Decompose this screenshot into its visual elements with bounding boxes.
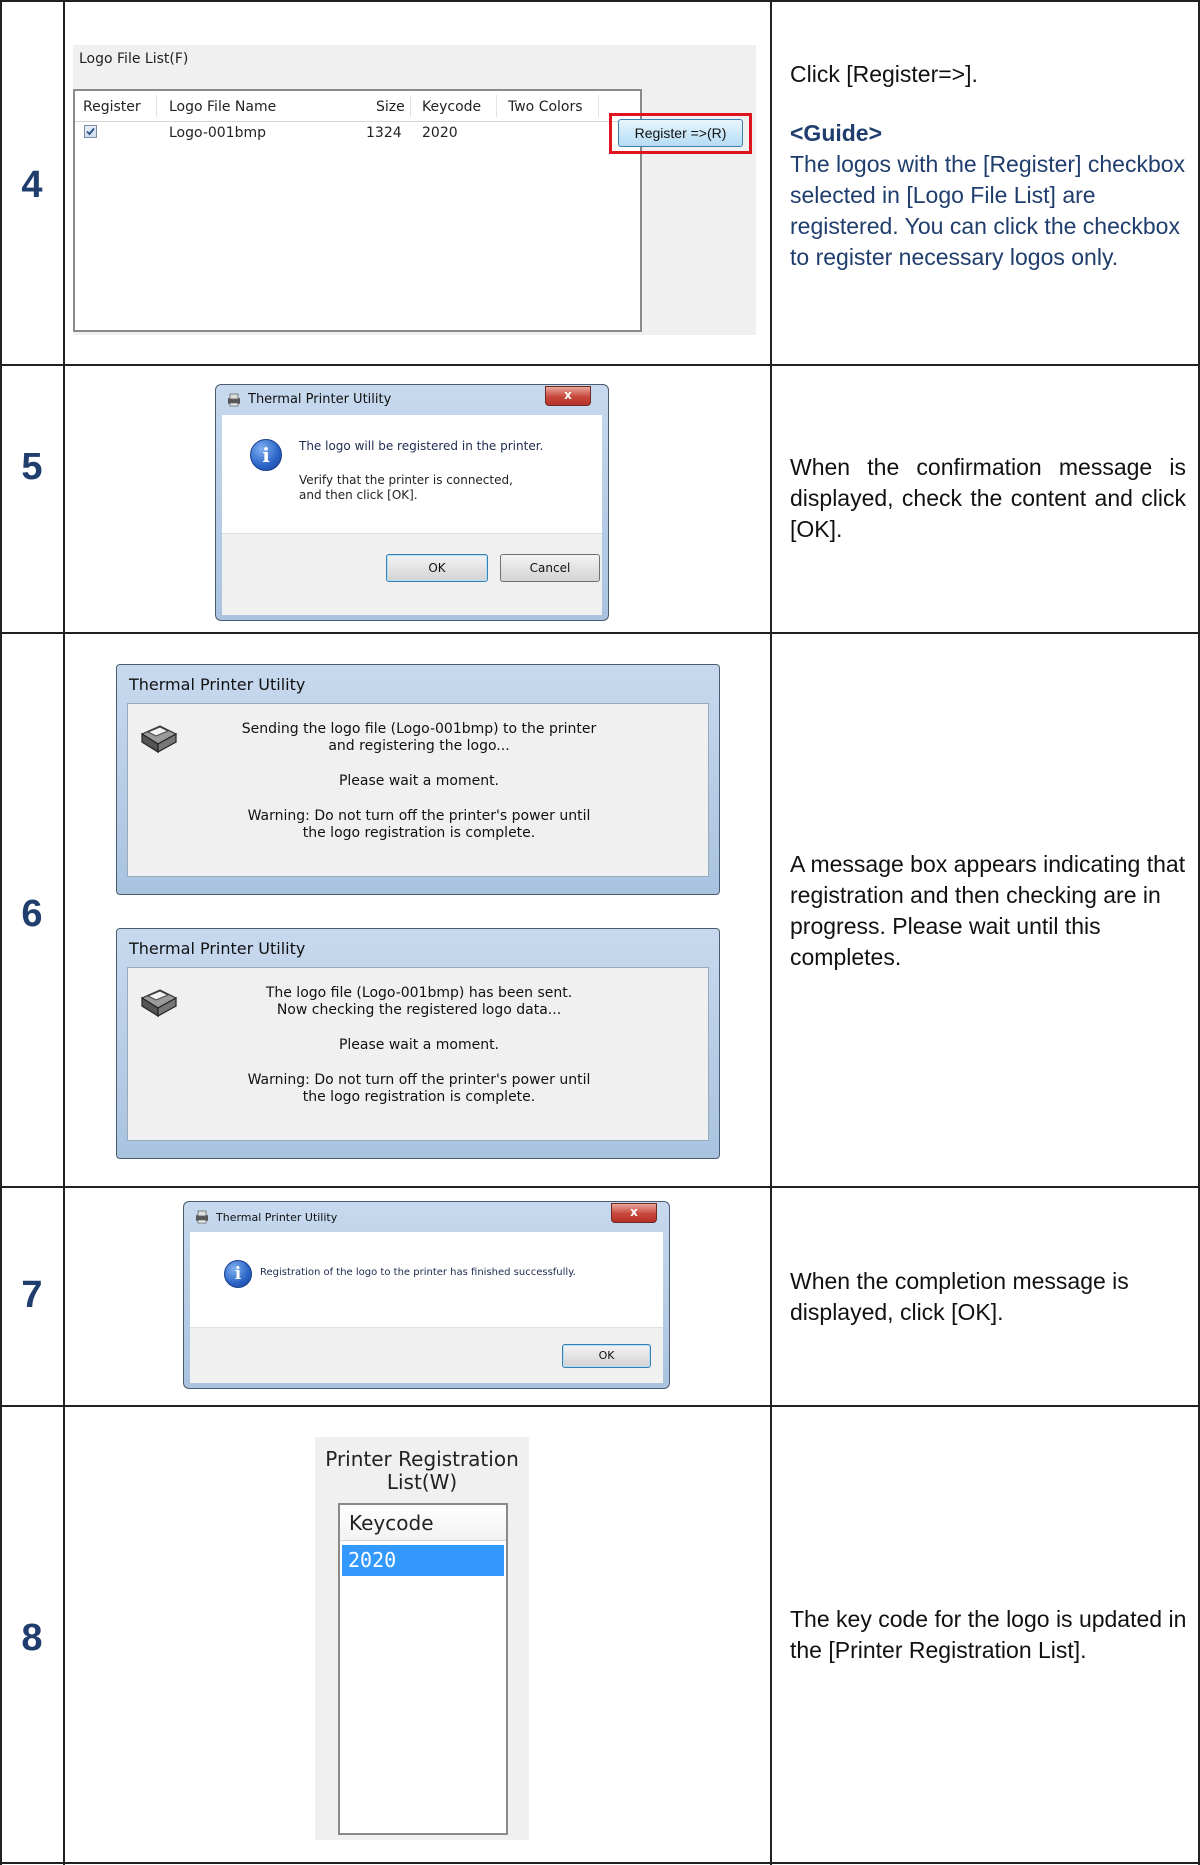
message-line: and registering the logo...	[328, 738, 510, 754]
table-row[interactable]: Logo-001bmp 1324 2020	[75, 122, 640, 144]
table-border-bottom	[0, 1862, 1200, 1864]
ok-button[interactable]: OK	[386, 554, 488, 582]
completion-dialog: Thermal Printer Utility x i Registration…	[183, 1201, 670, 1389]
dialog-title: Thermal Printer Utility	[129, 939, 306, 958]
step-description: The key code for the logo is updated in …	[790, 1606, 1187, 1663]
message-line: The logo will be registered in the print…	[299, 439, 544, 453]
close-button[interactable]: x	[611, 1203, 657, 1223]
row-divider	[0, 632, 1200, 634]
dialog-title: Thermal Printer Utility	[129, 675, 306, 694]
column-divider	[410, 95, 411, 117]
step-description: When the confirmation message is display…	[790, 454, 1186, 542]
message-line: Warning: Do not turn off the printer's p…	[247, 808, 591, 824]
checkbox-checked-icon[interactable]	[84, 125, 97, 138]
message-line: Sending the logo file (Logo-001bmp) to t…	[241, 721, 597, 737]
printer-registration-panel: Printer Registration List(W) Keycode 202…	[315, 1437, 529, 1840]
row-divider	[0, 1186, 1200, 1188]
guide-title: <Guide>	[790, 120, 883, 146]
column-divider	[496, 95, 497, 117]
dialog-body: i Registration of the logo to the printe…	[190, 1232, 663, 1327]
logo-file-list-label: Logo File List(F)	[79, 51, 189, 67]
step-description: Click [Register=>]. <Guide> The logos wi…	[790, 59, 1190, 273]
message-line: Please wait a moment.	[338, 1037, 500, 1053]
message-line: Please wait a moment.	[338, 773, 500, 789]
registration-list-title: List(W)	[386, 1470, 458, 1494]
table-border-top	[0, 0, 1200, 2]
dialog-button-strip: OK	[190, 1327, 663, 1383]
message-line: Verify that the printer is connected,	[299, 473, 513, 487]
message-line: the logo registration is complete.	[302, 1089, 536, 1105]
step-number: 5	[21, 446, 43, 488]
step-description: A message box appears indicating that re…	[790, 851, 1186, 970]
step-number: 4	[21, 164, 43, 206]
row-size: 1324	[366, 125, 402, 141]
message-line: The logo file (Logo-001bmp) has been sen…	[265, 985, 573, 1001]
printer-icon	[228, 393, 240, 407]
column-header-keycode[interactable]: Keycode	[422, 99, 481, 115]
register-button[interactable]: Register =>(R)	[618, 119, 743, 147]
row-divider	[0, 1405, 1200, 1407]
column-divider	[770, 0, 772, 1865]
close-button[interactable]: x	[545, 386, 591, 406]
progress-dialog-sending: Thermal Printer Utility Sending the logo…	[116, 664, 720, 895]
message-line: the logo registration is complete.	[302, 825, 536, 841]
dialog-title: Thermal Printer Utility	[216, 1211, 338, 1224]
column-header-size[interactable]: Size	[376, 99, 405, 115]
dialog-button-strip: OK Cancel	[222, 533, 602, 615]
step-number: 6	[21, 893, 43, 935]
message-text: Registration of the logo to the printer …	[260, 1267, 576, 1278]
info-icon: i	[224, 1260, 252, 1288]
guide-text: The logos with the [Register] checkbox s…	[790, 151, 1186, 270]
row-divider	[0, 364, 1200, 366]
progress-dialog-checking: Thermal Printer Utility The logo file (L…	[116, 928, 720, 1159]
step-number: 8	[21, 1617, 43, 1659]
row-keycode: 2020	[422, 125, 458, 141]
step-number: 7	[21, 1274, 43, 1316]
step-description: When the completion message is displayed…	[790, 1268, 1129, 1325]
ok-button[interactable]: OK	[562, 1344, 651, 1368]
logo-file-list: Register Logo File Name Size Keycode Two…	[73, 89, 642, 332]
column-header-logo-file-name[interactable]: Logo File Name	[169, 99, 276, 115]
dialog-body: The logo file (Logo-001bmp) has been sen…	[127, 967, 709, 1141]
registration-list-title: Printer Registration	[325, 1447, 519, 1471]
column-divider	[598, 95, 599, 117]
dialog-body: i The logo will be registered in the pri…	[222, 415, 602, 533]
column-divider	[156, 95, 157, 117]
registration-list: Keycode 2020	[338, 1503, 508, 1835]
column-header-register[interactable]: Register	[83, 99, 141, 115]
logo-file-panel: Logo File List(F) Register Logo File Nam…	[73, 45, 756, 335]
column-header-two-colors[interactable]: Two Colors	[508, 99, 583, 115]
confirmation-dialog: Thermal Printer Utility x i The logo wil…	[215, 384, 609, 621]
step-intro: Click [Register=>].	[790, 61, 978, 87]
close-icon: x	[630, 1205, 638, 1219]
row-logo-name: Logo-001bmp	[169, 125, 267, 141]
close-icon: x	[564, 388, 572, 402]
info-icon: i	[250, 439, 282, 471]
printer-icon	[196, 1210, 208, 1224]
list-header: Register Logo File Name Size Keycode Two…	[75, 91, 640, 122]
dialog-body: Sending the logo file (Logo-001bmp) to t…	[127, 703, 709, 877]
list-item[interactable]: 2020	[342, 1545, 504, 1576]
cancel-button[interactable]: Cancel	[500, 554, 600, 582]
column-header-keycode[interactable]: Keycode	[340, 1505, 506, 1541]
message-line: and then click [OK].	[299, 488, 418, 502]
dialog-titlebar: Thermal Printer Utility x	[216, 385, 608, 415]
dialog-title: Thermal Printer Utility	[248, 392, 392, 407]
message-line: Now checking the registered logo data...	[276, 1002, 562, 1018]
dialog-titlebar: Thermal Printer Utility x	[184, 1202, 669, 1232]
message-line: Warning: Do not turn off the printer's p…	[247, 1072, 591, 1088]
